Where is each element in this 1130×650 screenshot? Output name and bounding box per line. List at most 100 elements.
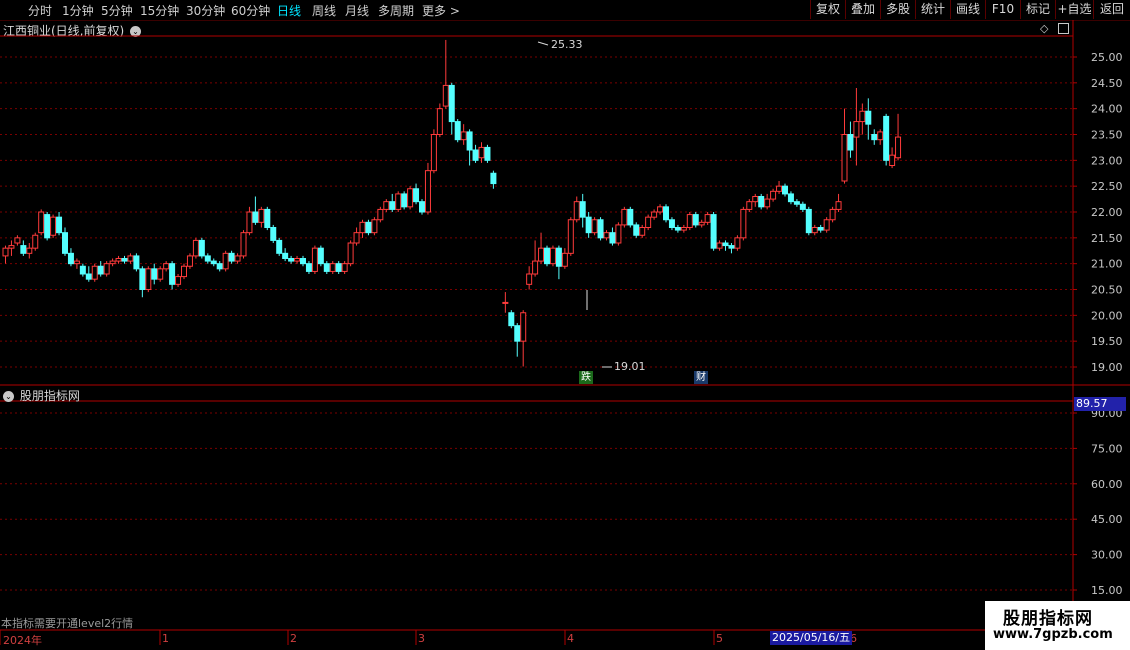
candle-body-up xyxy=(181,265,187,278)
low-price-label: 19.01 xyxy=(614,360,646,373)
candle-body-up xyxy=(776,185,783,192)
candle-body-down xyxy=(728,245,735,249)
candle-body-up xyxy=(698,221,705,226)
candle-body-down xyxy=(805,208,812,234)
candle-body-up xyxy=(103,263,110,275)
candle-body-up xyxy=(889,154,896,167)
candle-body-up xyxy=(716,242,723,249)
candle-body-up xyxy=(157,268,164,280)
candle-body-up xyxy=(109,260,116,265)
candle-body-up xyxy=(573,201,580,221)
candle-body-up xyxy=(359,221,366,234)
kline-chart[interactable]: 25.00 24.50 24.00 23.50 23.00 22.50 22.00 21.50… xyxy=(0,0,1130,650)
candle-body-down xyxy=(252,211,259,223)
candle-body-up xyxy=(645,216,652,229)
candle-body-up xyxy=(567,219,574,254)
price-tick-label: 19.00 xyxy=(1091,361,1123,374)
candle-body-down xyxy=(787,193,794,203)
candle-body-up xyxy=(186,255,193,267)
candle-body-up xyxy=(222,252,229,270)
candle-body-up xyxy=(823,219,830,231)
candle-body-down xyxy=(865,110,872,125)
candle-body-up xyxy=(603,232,610,239)
candle-body-up xyxy=(383,201,390,210)
candle-body-down xyxy=(710,214,717,249)
candle-body-up xyxy=(2,247,9,257)
candle-body-up xyxy=(752,196,759,203)
candle-body-down xyxy=(317,247,324,265)
candle-body-down xyxy=(300,258,306,265)
watermark-line1: 股朋指标网 xyxy=(1003,609,1093,629)
candle-body-up xyxy=(680,227,687,231)
candle-body-up xyxy=(615,224,622,244)
candle-body-up xyxy=(234,255,241,262)
cursor-date: 2025/05/16/五 xyxy=(770,631,853,645)
event-marker-die[interactable]: 跌 xyxy=(579,371,593,384)
candle-body-down xyxy=(121,258,128,262)
candle-body-down xyxy=(514,325,521,342)
chevron-down-icon[interactable]: ⌄ xyxy=(3,391,14,402)
candle-body-down xyxy=(793,201,800,205)
candle-body-down xyxy=(276,239,283,254)
current-value-box: 89.57 xyxy=(1074,397,1126,411)
indicator-tick-label: 60.00 xyxy=(1091,478,1123,491)
candle-body-up xyxy=(240,232,247,257)
candle-body-down xyxy=(20,245,27,254)
candle-body-up xyxy=(163,263,170,270)
candle-body-down xyxy=(67,252,74,265)
candle-body-down xyxy=(472,149,479,161)
candle-body-down xyxy=(264,208,271,229)
candle-body-down xyxy=(871,134,878,141)
candle-body-down xyxy=(782,185,788,195)
candle-body-up xyxy=(8,245,15,249)
candle-body-down xyxy=(270,227,277,241)
candle-body-down xyxy=(210,260,217,265)
price-tick-label: 20.50 xyxy=(1091,284,1123,297)
candle-body-up xyxy=(621,208,628,226)
candle-body-down xyxy=(597,219,604,239)
price-tick-label: 25.00 xyxy=(1091,51,1123,64)
candle-body-down xyxy=(579,201,586,218)
candle-body-down xyxy=(97,265,104,275)
candle-body-up xyxy=(436,108,443,135)
candle-body-up xyxy=(561,252,568,267)
high-arrow xyxy=(537,41,549,46)
indicator-tick-label: 45.00 xyxy=(1091,513,1123,526)
candle-body-down xyxy=(151,268,158,280)
candle-body-up xyxy=(740,208,747,239)
candle-body-down xyxy=(555,247,562,267)
candle-body-up xyxy=(520,312,527,342)
candle-body-up xyxy=(770,190,777,200)
price-tick-label: 24.50 xyxy=(1091,77,1123,90)
time-label-mar: 3 xyxy=(418,632,425,645)
candle-body-up xyxy=(502,301,509,304)
candle-body-down xyxy=(722,242,729,247)
candle-body-up xyxy=(686,214,693,228)
candle-body-down xyxy=(85,273,92,280)
candle-body-down xyxy=(627,208,634,226)
candle-body-up xyxy=(91,265,98,280)
candle-body-down xyxy=(448,84,455,123)
indicator-panel-title: ⌄ 股朋指标网 xyxy=(3,387,80,404)
candle-body-up xyxy=(829,208,836,221)
time-label-year: 2024年 xyxy=(3,634,42,647)
candle-body-down xyxy=(365,221,372,234)
candle-body-down xyxy=(133,255,140,270)
candle-body-up xyxy=(127,255,134,262)
candle-body-down xyxy=(466,131,473,151)
candle-body-down xyxy=(484,146,491,161)
candle-body-up xyxy=(746,201,753,210)
candle-body-down xyxy=(454,121,461,141)
candle-body-up xyxy=(538,247,545,262)
candle-body-up xyxy=(175,276,182,285)
event-marker-cai[interactable]: 财 xyxy=(694,371,708,384)
price-tick-label: 20.00 xyxy=(1091,309,1123,322)
price-tick-label: 24.00 xyxy=(1091,103,1123,116)
candle-body-up xyxy=(532,260,539,275)
candle-body-down xyxy=(79,265,86,275)
candle-body-up xyxy=(853,121,860,138)
candle-body-up xyxy=(591,219,598,234)
candle-body-up xyxy=(38,211,45,234)
candle-body-up xyxy=(14,237,21,244)
candle-body-down xyxy=(288,258,295,262)
